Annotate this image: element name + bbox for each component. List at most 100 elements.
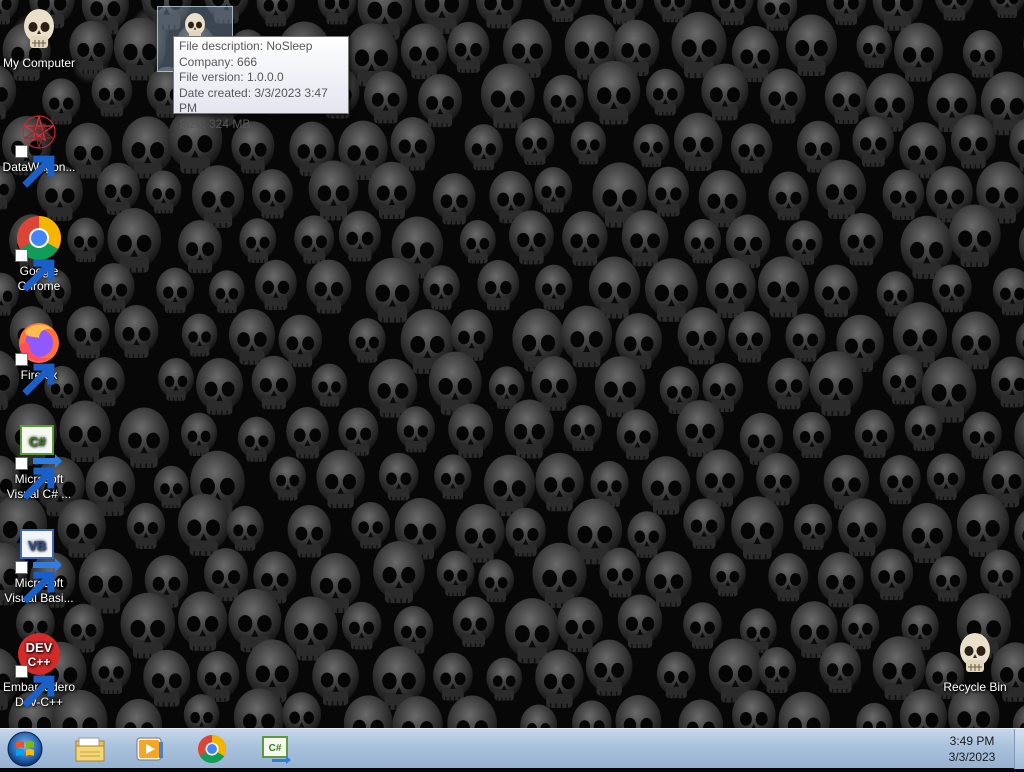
wallpaper-skull	[683, 499, 725, 549]
wallpaper-skull	[557, 597, 603, 652]
wallpaper-skull	[397, 406, 435, 452]
skull-wallpaper	[0, 0, 1024, 728]
taskbar-media-player[interactable]	[122, 731, 178, 767]
tooltip-line-version: File version: 1.0.0.0	[179, 70, 343, 86]
wallpaper-skull	[778, 692, 829, 728]
start-button[interactable]	[6, 731, 44, 767]
wallpaper-skull	[121, 593, 176, 659]
skull-icon	[15, 6, 63, 54]
wallpaper-skull	[571, 122, 607, 165]
wallpaper-skull	[991, 357, 1024, 408]
wallpaper-skull	[963, 412, 1002, 459]
tooltip-line-description: File description: NoSleep	[179, 39, 343, 55]
wallpaper-skull	[156, 268, 194, 314]
wallpaper-skull	[115, 305, 159, 358]
wallpaper-skull	[146, 170, 182, 213]
wallpaper-skull	[674, 113, 722, 171]
desktop-icon-visual-csharp[interactable]: C# Microsoft Visual C# ...	[0, 422, 78, 502]
desktop[interactable]: My Computer DataWagon... Goog	[0, 0, 1024, 728]
wallpaper-skull	[534, 167, 572, 213]
wallpaper-skull	[615, 695, 661, 728]
wallpaper-skull	[838, 498, 886, 556]
wallpaper-skull	[646, 551, 692, 607]
wallpaper-skull	[229, 309, 275, 365]
wallpaper-skull	[819, 642, 861, 692]
wallpaper-skull	[306, 260, 351, 314]
wallpaper-skull	[364, 71, 408, 123]
wallpaper-skull	[852, 116, 894, 166]
desktop-icon-google-chrome[interactable]: Google Chrome	[0, 214, 78, 294]
wallpaper-skull	[760, 69, 806, 124]
wallpaper-skull	[595, 356, 646, 417]
wallpaper-skull	[785, 313, 825, 361]
wallpaper-skull	[79, 549, 133, 614]
wallpaper-skull	[587, 61, 640, 125]
wallpaper-skull	[238, 417, 275, 462]
wallpaper-skull	[520, 705, 557, 729]
wallpaper-skull	[929, 556, 967, 602]
wallpaper-skull	[880, 455, 921, 504]
taskbar-visual-csharp[interactable]: C#	[248, 731, 304, 767]
desktop-icon-devcpp[interactable]: DEV C++ Embarcadero Dev-C++	[0, 630, 78, 710]
wallpaper-skull	[486, 658, 522, 701]
wallpaper-skull	[905, 405, 943, 451]
wallpaper-skull	[433, 173, 476, 224]
desktop-icon-my-computer[interactable]: My Computer	[0, 6, 78, 71]
wallpaper-skull	[192, 165, 244, 228]
wallpaper-skull	[678, 307, 726, 364]
wallpaper-skull	[989, 0, 1024, 18]
wallpaper-skull	[119, 408, 169, 468]
wallpaper-skull	[935, 0, 975, 21]
wallpaper-skull	[855, 410, 895, 458]
show-desktop-button[interactable]	[1014, 729, 1024, 769]
system-clock[interactable]: 3:49 PM 3/3/2023	[922, 733, 1022, 765]
wallpaper-skull	[543, 75, 583, 124]
wallpaper-skull	[423, 265, 460, 310]
shortcut-arrow-icon	[15, 561, 28, 574]
wallpaper-skull	[288, 505, 332, 557]
wallpaper-skull	[318, 0, 357, 24]
windows-logo-icon	[6, 731, 44, 767]
wallpaper-skull	[505, 508, 545, 557]
wallpaper-skull	[731, 123, 772, 173]
wallpaper-skull	[401, 23, 447, 79]
wallpaper-skull	[255, 260, 297, 310]
wallpaper-skull	[793, 412, 831, 458]
desktop-icon-firefox[interactable]: Firefox	[0, 318, 78, 383]
wallpaper-skull	[841, 604, 879, 650]
desktop-icon-datawagon[interactable]: DataWagon...	[0, 110, 78, 175]
wallpaper-skull	[509, 210, 554, 264]
wallpaper-skull	[535, 650, 583, 708]
tooltip-line-company: Company: 666	[179, 55, 343, 71]
wallpaper-skull	[1016, 319, 1024, 364]
wallpaper-skull	[927, 453, 966, 500]
wallpaper-skull	[84, 357, 125, 406]
wallpaper-skull	[825, 72, 869, 124]
wallpaper-skull	[484, 455, 535, 516]
wallpaper-skull	[696, 449, 744, 506]
visual-csharp-icon: C#	[260, 734, 292, 764]
wallpaper-skull	[239, 218, 276, 263]
desktop-icon-label: My Computer	[0, 56, 78, 71]
wallpaper-skull	[379, 453, 419, 501]
wallpaper-skull	[633, 124, 669, 167]
wallpaper-skull	[312, 364, 348, 407]
wallpaper-skull	[143, 650, 190, 707]
wallpaper-skull	[226, 506, 263, 551]
wallpaper-skull	[460, 220, 496, 263]
wallpaper-skull	[684, 219, 721, 264]
clock-date: 3/3/2023	[922, 749, 1022, 765]
desktop-icon-visual-basic[interactable]: VB Microsoft Visual Basi...	[0, 526, 78, 606]
wallpaper-skull	[437, 551, 475, 597]
wallpaper-skull	[731, 496, 783, 559]
wallpaper-skull	[434, 454, 471, 499]
wallpaper-skull	[373, 541, 424, 603]
desktop-icon-recycle-bin[interactable]: Recycle Bin	[936, 630, 1014, 695]
shortcut-arrow-icon	[15, 353, 28, 366]
taskbar-file-explorer[interactable]	[62, 731, 118, 767]
wallpaper-skull	[312, 649, 359, 705]
tooltip-line-date-created: Date created: 3/3/2023 3:47 PM	[179, 86, 343, 117]
wallpaper-skull	[642, 456, 690, 514]
taskbar-google-chrome[interactable]	[184, 731, 240, 767]
wallpaper-skull	[599, 548, 640, 598]
